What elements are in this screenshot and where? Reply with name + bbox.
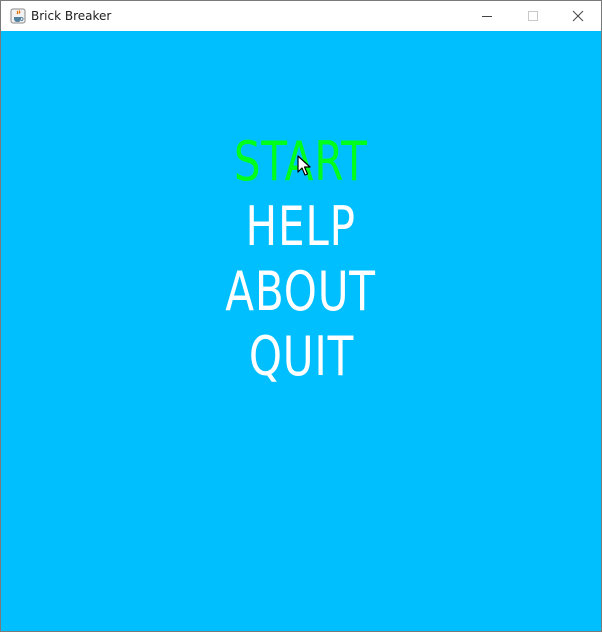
maximize-icon [528, 11, 538, 21]
menu-item-help[interactable]: HELP [246, 194, 356, 259]
app-window: Brick Breaker START HELP ABOUT QUIT [0, 0, 602, 632]
title-bar[interactable]: Brick Breaker [1, 1, 601, 31]
game-canvas[interactable]: START HELP ABOUT QUIT [1, 31, 601, 631]
window-title: Brick Breaker [31, 9, 112, 23]
minimize-icon [482, 16, 492, 17]
menu-item-about[interactable]: ABOUT [226, 259, 377, 324]
minimize-button[interactable] [464, 1, 510, 31]
menu-item-start[interactable]: START [234, 129, 368, 194]
menu-item-quit[interactable]: QUIT [248, 324, 353, 389]
maximize-button[interactable] [510, 1, 556, 31]
close-button[interactable] [555, 1, 601, 31]
java-cup-icon[interactable] [10, 8, 26, 24]
main-menu: START HELP ABOUT QUIT [1, 129, 601, 389]
close-icon [572, 10, 584, 22]
